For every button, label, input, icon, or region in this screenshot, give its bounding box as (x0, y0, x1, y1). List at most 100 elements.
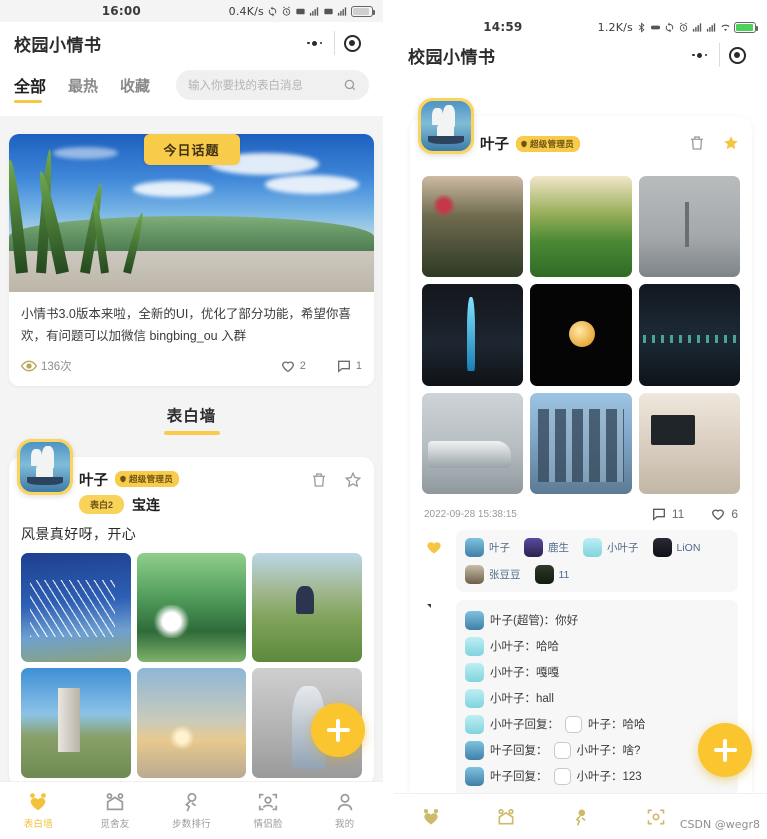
more-dots-icon[interactable] (295, 31, 335, 55)
heart-icon[interactable] (280, 358, 296, 374)
nav-item-couple-face[interactable]: 情侣脸 (230, 791, 307, 830)
likers-panel: 叶子 鹿生 小叶子 LiON 张豆豆 11 (456, 530, 738, 593)
liker-item[interactable]: 张豆豆 (465, 565, 521, 585)
nav-item-roommate[interactable] (469, 807, 544, 827)
admin-badge: 超级管理员 (115, 471, 180, 488)
comment-item[interactable]: 叶子(超管)：你好 (465, 607, 729, 633)
detail-image-3[interactable] (638, 176, 740, 278)
nav-item-steps[interactable] (544, 807, 619, 827)
profile-bear-icon (334, 791, 356, 813)
nav-item-wall[interactable]: 表白墙 (0, 791, 77, 830)
trash-icon[interactable] (688, 134, 706, 152)
detail-image-9[interactable] (638, 392, 740, 495)
nav-item-roommate[interactable]: 觅舍友 (77, 791, 154, 830)
star-filled-icon[interactable] (722, 134, 740, 152)
run-bear-icon (180, 791, 202, 813)
capsule-target-icon[interactable] (720, 43, 754, 67)
nav-item-steps[interactable]: 步数排行 (153, 791, 230, 830)
mini-program-capsule[interactable] (295, 30, 369, 56)
comment-icon[interactable] (336, 358, 352, 374)
detail-image-4[interactable] (422, 284, 524, 386)
comment-item[interactable]: 小叶子回复： 叶子：哈哈 (465, 711, 729, 737)
mini-program-capsule[interactable] (680, 42, 754, 68)
like-group[interactable]: 2 (280, 358, 306, 374)
sync-icon (267, 5, 278, 17)
comment-count: 11 (671, 507, 685, 522)
capsule-target-icon[interactable] (335, 31, 369, 55)
comment-text: 小叶子：123 (576, 771, 642, 784)
post-image-1[interactable] (21, 552, 131, 663)
liker-avatar (465, 565, 484, 585)
admin-badge-label: 超级管理员 (530, 138, 575, 149)
comment-target-avatar (565, 715, 582, 733)
more-dots-icon[interactable] (680, 43, 720, 67)
page-title: 校园小情书 (14, 35, 102, 55)
nav-item-mine[interactable]: 我的 (306, 791, 383, 830)
nav-label-couple-face: 情侣脸 (253, 819, 283, 830)
comment-item[interactable]: 小叶子：hall (465, 685, 729, 711)
comment-group[interactable]: 11 (651, 506, 684, 522)
daily-topic-card[interactable]: 小情书3.0版本来啦，全新的UI，优化了部分功能，希望你喜欢，有问题可以加微信 … (9, 134, 374, 386)
page-title: 校园小情书 (408, 47, 496, 67)
trash-icon[interactable] (310, 471, 328, 489)
tab-hottest[interactable]: 最热 (68, 75, 98, 102)
tab-all[interactable]: 全部 (14, 73, 46, 103)
post-image-3[interactable] (252, 552, 362, 663)
detail-image-6[interactable] (638, 284, 740, 386)
avatar[interactable] (17, 438, 73, 495)
sync-icon (664, 22, 675, 33)
comment-item[interactable]: 叶子回复： 小叶子：啥? (465, 737, 729, 763)
comment-item[interactable]: 叶子回复： 小叶子：123 (465, 763, 729, 789)
post-image-4[interactable] (21, 668, 131, 779)
comment-item[interactable]: 小叶子：哈哈 (465, 633, 729, 659)
detail-image-7[interactable] (422, 392, 524, 495)
liker-item[interactable]: 鹿生 (524, 538, 569, 558)
search-box[interactable]: 输入你要找的表白消息 (176, 70, 369, 100)
detail-image-1[interactable] (422, 176, 524, 278)
detail-image-8[interactable] (530, 392, 632, 495)
liker-name: 叶子 (489, 542, 510, 555)
post-username: 叶子 (79, 472, 108, 489)
like-group[interactable]: 6 (710, 506, 738, 522)
comment-avatar (465, 714, 484, 734)
comments-section: 叶子(超管)：你好 小叶子：哈哈 小叶子：嘎嘎 小叶子：hall 小叶子回复： … (422, 592, 740, 797)
detail-meta-row: 2022-09-28 15:38:15 11 6 (422, 502, 740, 522)
comment-reply-prefix: 小叶子回复： (490, 719, 559, 732)
comment-group[interactable]: 1 (336, 358, 362, 374)
nav-label-steps: 步数排行 (172, 819, 211, 830)
status-time: 16:00 (101, 4, 141, 18)
detail-post-card[interactable]: 叶子 超级管理员 2022-09-28 15:38:15 11 6 叶子 鹿生 … (410, 116, 752, 807)
liker-name: 小叶子 (607, 542, 639, 555)
network-speed: 1.2K/s (597, 21, 633, 34)
sailing-ship-avatar (421, 101, 471, 151)
comment-text: 叶子(超管)：你好 (490, 615, 579, 628)
search-input[interactable]: 输入你要找的表白消息 (188, 77, 343, 93)
heart-icon[interactable] (710, 506, 726, 522)
run-bear-icon (571, 807, 591, 827)
nav-item-wall[interactable] (394, 807, 469, 827)
daily-topic-badge: 今日话题 (143, 134, 240, 165)
add-post-fab[interactable] (311, 703, 365, 757)
liker-item[interactable]: 叶子 (465, 538, 510, 558)
detail-image-5[interactable] (530, 284, 632, 386)
add-post-fab[interactable] (698, 723, 752, 777)
liker-item[interactable]: 小叶子 (583, 538, 639, 558)
liker-name: 鹿生 (548, 542, 569, 555)
liker-item[interactable]: LiON (652, 538, 700, 558)
post-image-5[interactable] (136, 668, 247, 779)
right-bottom-nav (394, 793, 767, 839)
liker-item[interactable]: 11 (534, 565, 569, 585)
star-outline-icon[interactable] (344, 471, 362, 489)
comment-item[interactable]: 小叶子：嘎嘎 (465, 659, 729, 685)
comment-icon[interactable] (651, 506, 667, 522)
post-image-2[interactable] (136, 552, 247, 663)
tab-favorites[interactable]: 收藏 (120, 75, 150, 102)
bluetooth-icon (636, 22, 647, 33)
avatar[interactable] (418, 98, 474, 154)
post-timestamp: 2022-09-28 15:38:15 (424, 508, 517, 520)
liker-avatar (652, 538, 672, 558)
detail-image-2[interactable] (530, 176, 632, 278)
search-icon[interactable] (343, 78, 357, 92)
dual-phone-screenshot: 16:00 0.4K/s 校园小情书 全部 最热 收藏 输入你要找的表白消息 今… (0, 0, 767, 839)
post-image-grid (21, 552, 362, 786)
